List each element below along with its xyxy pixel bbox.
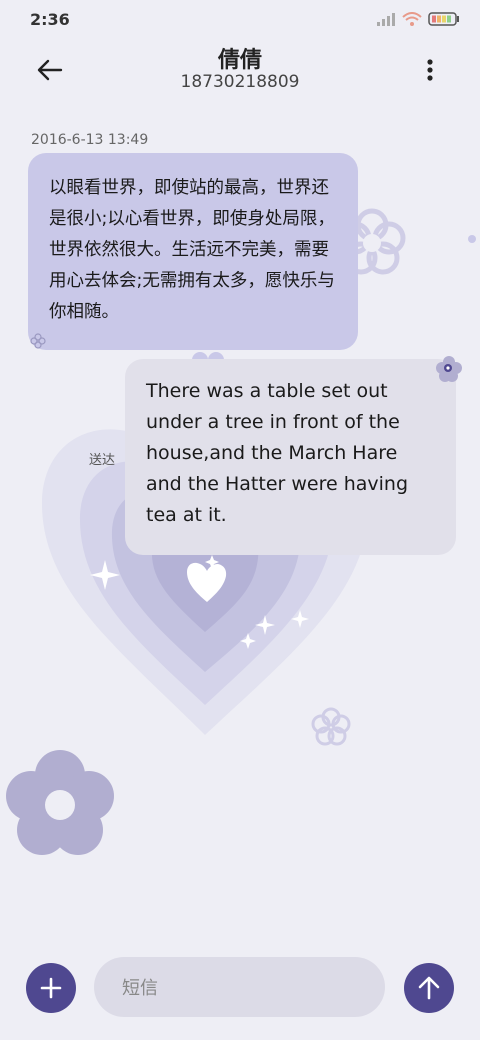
message-timestamp: 2016-6-13 13:49 <box>31 132 149 148</box>
incoming-message-bubble[interactable]: 以眼看世界，即使站的最高，世界还是很小;以心看世界，即使身处局限，世界依然很大。… <box>28 153 358 350</box>
more-options-button[interactable] <box>420 56 440 84</box>
signal-icon <box>377 13 395 26</box>
status-icons <box>376 12 460 26</box>
outgoing-message-bubble[interactable]: There was a table set out under a tree i… <box>125 359 456 555</box>
incoming-message-text: 以眼看世界，即使站的最高，世界还是很小;以心看世界，即使身处局限，世界依然很大。… <box>49 178 335 322</box>
status-bar: 2:36 <box>0 0 480 40</box>
message-input[interactable]: 短信 <box>94 957 385 1017</box>
arrow-up-icon <box>418 976 440 1000</box>
more-vertical-icon <box>427 59 433 81</box>
bubble-corner-flower-icon <box>30 333 46 349</box>
bubble-corner-flower-icon <box>436 356 462 382</box>
send-button[interactable] <box>404 963 454 1013</box>
plus-icon <box>40 977 62 999</box>
delivery-status: 送达 <box>89 453 116 468</box>
wifi-icon <box>402 12 422 26</box>
battery-icon <box>428 12 459 26</box>
outgoing-message-text: There was a table set out under a tree i… <box>146 380 409 526</box>
status-time: 2:36 <box>30 10 70 29</box>
contact-phone: 18730218809 <box>180 72 300 92</box>
message-input-placeholder: 短信 <box>122 978 158 999</box>
contact-name: 倩倩 <box>217 48 262 73</box>
add-attachment-button[interactable] <box>26 963 76 1013</box>
